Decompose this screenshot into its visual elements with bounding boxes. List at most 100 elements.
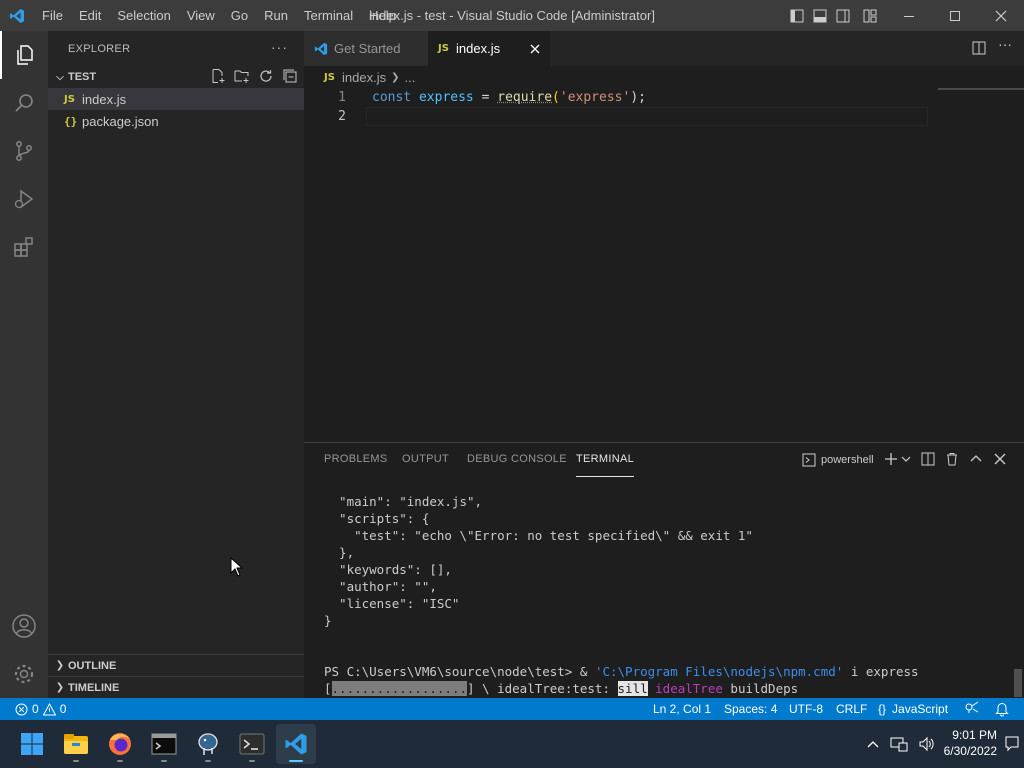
explorer-icon[interactable]: [0, 31, 48, 79]
terminal-prompt-line: PS C:\Users\VM6\source\node\test> & 'C:\…: [324, 663, 919, 680]
tab-problems[interactable]: PROBLEMS: [324, 453, 388, 477]
prompt-path: 'C:\Program Files\nodejs\npm.cmd': [594, 664, 844, 679]
breadcrumb-more[interactable]: ...: [404, 70, 415, 85]
minimize-icon[interactable]: [886, 0, 932, 31]
clock[interactable]: 9:01 PM 6/30/2022: [935, 727, 997, 759]
trash-icon[interactable]: [945, 452, 959, 466]
maximize-panel-icon[interactable]: [969, 452, 983, 466]
file-item-index-js[interactable]: JS index.js: [48, 88, 304, 110]
collapse-all-icon[interactable]: [282, 68, 298, 84]
close-panel-icon[interactable]: [993, 452, 1007, 466]
activity-bar: [0, 31, 48, 698]
file-item-package-json[interactable]: {} package.json: [48, 110, 304, 132]
settings-gear-icon[interactable]: [0, 650, 48, 698]
minimap[interactable]: [938, 88, 1014, 90]
show-hidden-icons-icon[interactable]: [866, 737, 880, 751]
tab-output[interactable]: OUTPUT: [402, 453, 449, 477]
string-literal: 'express': [559, 90, 631, 105]
notification-center-icon[interactable]: [1005, 736, 1019, 755]
terminal-line: "keywords": [],: [324, 562, 452, 577]
current-line-highlight: [366, 107, 928, 126]
refresh-icon[interactable]: [258, 68, 274, 84]
split-terminal-icon[interactable]: [921, 452, 935, 466]
paren-close: );: [630, 90, 646, 105]
source-control-icon[interactable]: [0, 127, 48, 175]
explorer-header: EXPLORER ···: [48, 31, 304, 66]
variable: express: [418, 90, 474, 105]
command-prompt-icon[interactable]: [144, 724, 184, 764]
volume-icon[interactable]: [918, 736, 936, 752]
running-indicator: [73, 760, 79, 762]
terminal-line: "main": "index.js",: [324, 494, 483, 509]
customize-layout-icon[interactable]: [854, 0, 886, 31]
vscode-taskbar-icon[interactable]: [276, 724, 316, 764]
cursor-position[interactable]: Ln 2, Col 1: [653, 698, 711, 720]
tab-debug-console[interactable]: DEBUG CONSOLE: [467, 453, 567, 477]
encoding[interactable]: UTF-8: [789, 698, 823, 720]
code-editor[interactable]: 1 const express = require('express'); 2: [304, 88, 1024, 442]
extensions-icon[interactable]: [0, 223, 48, 271]
indentation[interactable]: Spaces: 4: [724, 698, 777, 720]
maximize-icon[interactable]: [932, 0, 978, 31]
outline-section[interactable]: ❯ OUTLINE: [48, 654, 304, 676]
menu-go[interactable]: Go: [223, 8, 256, 23]
bottom-panel: PROBLEMS OUTPUT DEBUG CONSOLE TERMINAL p…: [304, 442, 1024, 698]
running-indicator: [117, 760, 123, 762]
split-editor-icon[interactable]: [972, 41, 986, 58]
sill-badge: sill: [617, 681, 648, 696]
more-actions-icon[interactable]: ···: [271, 39, 288, 55]
terminal-selector[interactable]: powershell: [802, 453, 874, 467]
menu-view[interactable]: View: [179, 8, 223, 23]
toggle-secondary-sidebar-icon[interactable]: [831, 0, 854, 31]
terminal-scrollbar[interactable]: [1014, 669, 1022, 697]
run-debug-icon[interactable]: [0, 175, 48, 223]
warning-count: 0: [59, 702, 67, 716]
build-deps-text: buildDeps: [722, 681, 799, 696]
toggle-panel-icon[interactable]: [808, 0, 831, 31]
menu-run[interactable]: Run: [256, 8, 296, 23]
running-indicator: [249, 760, 255, 762]
terminal-line: "license": "ISC": [324, 596, 460, 611]
line-number: 2: [338, 109, 346, 124]
new-file-icon[interactable]: [210, 68, 226, 84]
terminal-app-icon[interactable]: [232, 724, 272, 764]
menu-terminal[interactable]: Terminal: [296, 8, 361, 23]
line-number: 1: [338, 90, 346, 105]
code-line-1: const express = require('express');: [372, 88, 646, 107]
start-windows-icon[interactable]: [12, 724, 52, 764]
tab-get-started[interactable]: Get Started: [304, 31, 428, 66]
folder-section-header[interactable]: ⌵ TEST: [48, 66, 304, 88]
file-name: package.json: [82, 113, 159, 129]
close-tab-icon[interactable]: [530, 44, 540, 54]
postgresql-icon[interactable]: [188, 724, 228, 764]
problems-status[interactable]: 0 0: [15, 698, 66, 720]
firefox-icon[interactable]: [100, 724, 140, 764]
line-ending[interactable]: CRLF: [836, 698, 867, 720]
tab-index-js[interactable]: JS index.js: [428, 31, 550, 66]
editor-scrollbar[interactable]: [1010, 88, 1024, 108]
chevron-right-icon: ❯: [55, 682, 65, 693]
close-window-icon[interactable]: [978, 0, 1024, 31]
menu-edit[interactable]: Edit: [71, 8, 109, 23]
windows-taskbar: 9:01 PM 6/30/2022: [0, 720, 1024, 768]
chevron-down-icon[interactable]: [901, 452, 911, 466]
more-editor-actions-icon[interactable]: ···: [998, 36, 1012, 52]
tab-terminal[interactable]: TERMINAL: [576, 453, 635, 477]
language-mode[interactable]: {} JavaScript: [878, 698, 948, 720]
editor-tabs: Get Started JS index.js ···: [304, 31, 1024, 66]
search-icon[interactable]: [0, 79, 48, 127]
network-icon[interactable]: [890, 736, 908, 752]
terminal-line: }: [324, 613, 332, 628]
timeline-section[interactable]: ❯ TIMELINE: [48, 676, 304, 698]
menu-selection[interactable]: Selection: [109, 8, 178, 23]
breadcrumb-file[interactable]: index.js: [342, 70, 386, 85]
accounts-icon[interactable]: [0, 602, 48, 650]
progress-status: ] \ idealTree:test:: [467, 681, 618, 696]
menu-file[interactable]: File: [34, 8, 71, 23]
file-explorer-icon[interactable]: [56, 724, 96, 764]
new-folder-icon[interactable]: [234, 68, 250, 84]
operator: =: [481, 90, 490, 105]
progress-open: [: [324, 681, 332, 696]
new-terminal-icon[interactable]: [884, 452, 898, 466]
toggle-primary-sidebar-icon[interactable]: [785, 0, 808, 31]
